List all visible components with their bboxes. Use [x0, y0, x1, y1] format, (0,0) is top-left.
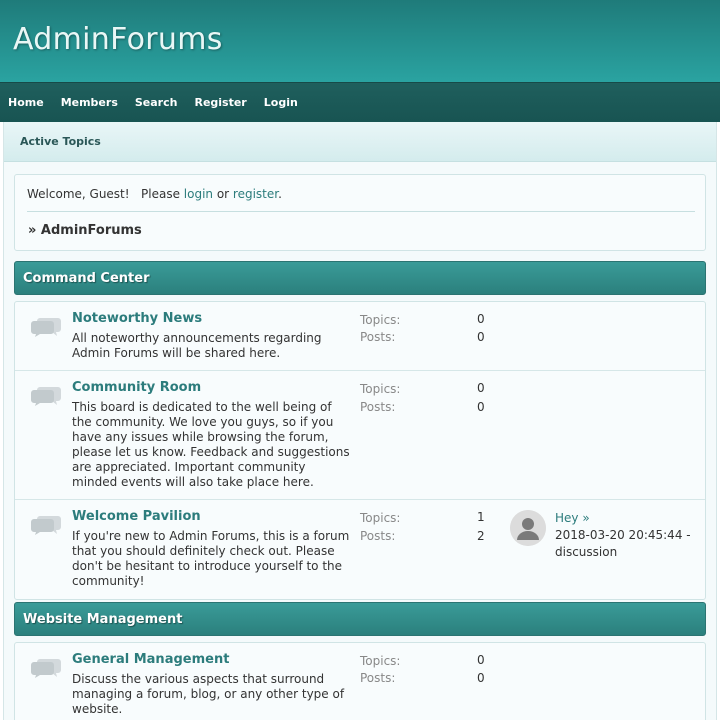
topics-count: 0	[477, 653, 485, 667]
posts-label: Posts:	[360, 330, 396, 344]
category-title[interactable]: Command Center	[23, 271, 149, 286]
board-row: General Management Discuss the various a…	[15, 643, 705, 720]
user-silhouette-icon	[510, 510, 546, 546]
category-header-command-center: Command Center	[14, 261, 706, 295]
register-link[interactable]: register	[233, 187, 278, 201]
topics-label: Topics:	[360, 313, 401, 327]
sub-nav: Active Topics	[4, 122, 716, 162]
go-to-last-post-icon[interactable]: »	[582, 511, 589, 525]
category-title[interactable]: Website Management	[23, 612, 182, 627]
speech-bubbles-icon	[31, 387, 61, 406]
board-name[interactable]: Noteworthy News	[72, 311, 202, 326]
board-description: If you're new to Admin Forums, this is a…	[72, 529, 350, 588]
site-title[interactable]: AdminForums	[13, 22, 223, 57]
topics-label: Topics:	[360, 511, 401, 525]
category-header-website-management: Website Management	[14, 602, 706, 636]
active-topics-link[interactable]: Active Topics	[20, 135, 101, 148]
speech-bubbles-icon	[31, 516, 61, 535]
posts-label: Posts:	[360, 671, 396, 685]
topics-count: 0	[477, 381, 485, 395]
nav-search[interactable]: Search	[135, 96, 178, 109]
board-list-command-center: Noteworthy News All noteworthy announcem…	[14, 301, 706, 600]
posts-count: 0	[477, 400, 485, 414]
posts-count: 0	[477, 330, 485, 344]
breadcrumb[interactable]: » AdminForums	[28, 223, 142, 238]
user-avatar-icon[interactable]	[510, 510, 546, 546]
content-area: Active Topics Welcome, Guest! Please log…	[3, 122, 717, 720]
posts-count: 2	[477, 529, 485, 543]
board-row: Welcome Pavilion If you're new to Admin …	[15, 500, 705, 599]
board-description: This board is dedicated to the well bein…	[72, 400, 350, 489]
last-post-board: discussion	[555, 545, 618, 559]
nav-register[interactable]: Register	[194, 96, 246, 109]
speech-bubbles-icon	[31, 659, 61, 678]
board-name[interactable]: Community Room	[72, 380, 201, 395]
last-post-info: Hey » 2018-03-20 20:45:44 - discussion	[555, 510, 705, 561]
board-row: Noteworthy News All noteworthy announcem…	[15, 302, 705, 371]
topics-label: Topics:	[360, 654, 401, 668]
board-row: Community Room This board is dedicated t…	[15, 371, 705, 500]
posts-label: Posts:	[360, 529, 396, 543]
board-list-website-management: General Management Discuss the various a…	[14, 642, 706, 720]
last-post-link[interactable]: Hey	[555, 511, 579, 525]
welcome-message: Welcome, Guest! Please login or register…	[27, 187, 282, 201]
topics-label: Topics:	[360, 382, 401, 396]
site-header: AdminForums	[0, 0, 720, 82]
nav-members[interactable]: Members	[61, 96, 118, 109]
nav-login[interactable]: Login	[264, 96, 298, 109]
board-name[interactable]: General Management	[72, 652, 229, 667]
topics-count: 1	[477, 510, 485, 524]
posts-label: Posts:	[360, 400, 396, 414]
board-description: Discuss the various aspects that surroun…	[72, 672, 345, 716]
speech-bubbles-icon	[31, 318, 61, 337]
topics-count: 0	[477, 312, 485, 326]
board-description: All noteworthy announcements regarding A…	[72, 331, 322, 360]
welcome-box: Welcome, Guest! Please login or register…	[14, 174, 706, 251]
welcome-prefix: Welcome, Guest! Please	[27, 187, 184, 201]
divider	[27, 211, 695, 212]
login-link[interactable]: login	[184, 187, 213, 201]
last-post-date: 2018-03-20 20:45:44 -	[555, 528, 691, 542]
posts-count: 0	[477, 671, 485, 685]
welcome-suffix: .	[278, 187, 282, 201]
nav-home[interactable]: Home	[8, 96, 44, 109]
board-name[interactable]: Welcome Pavilion	[72, 509, 201, 524]
welcome-or: or	[213, 187, 233, 201]
main-nav: Home Members Search Register Login	[0, 82, 720, 122]
